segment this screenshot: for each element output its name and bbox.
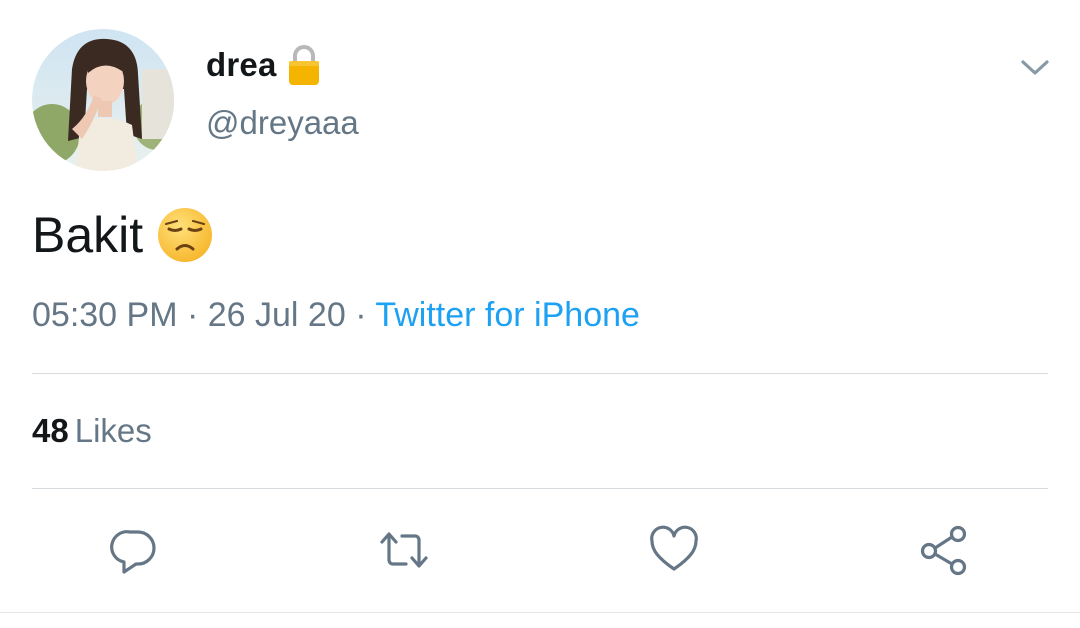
meta-separator: · [345, 296, 376, 334]
likes-count: 48 [32, 412, 69, 449]
divider [32, 488, 1048, 489]
like-button[interactable] [646, 522, 702, 578]
tweet-time: 05:30 PM [32, 296, 178, 334]
user-handle[interactable]: @dreyaaa [206, 104, 359, 142]
likes-label: Likes [74, 412, 152, 449]
tweet-detail: drea @dreyaaa Bakit 05:30 PM · 26 Jul 20… [0, 0, 1080, 628]
tweet-text: Bakit [32, 206, 213, 264]
tweet-date: 26 Jul 20 [207, 296, 346, 334]
disappointed-face-emoji [157, 207, 213, 263]
divider [0, 612, 1080, 613]
share-icon [920, 525, 967, 576]
tweet-text-body: Bakit [32, 207, 144, 263]
tweet-meta: 05:30 PM · 26 Jul 20 · Twitter for iPhon… [32, 296, 640, 335]
share-button[interactable] [916, 522, 972, 578]
divider [32, 373, 1048, 374]
profile-photo [32, 29, 174, 171]
reply-button[interactable] [106, 522, 162, 578]
display-name[interactable]: drea [206, 46, 277, 84]
chevron-down-icon[interactable] [1018, 54, 1052, 82]
meta-separator: · [177, 296, 208, 334]
retweet-icon [380, 532, 428, 568]
display-name-row[interactable]: drea [206, 44, 321, 86]
avatar[interactable] [32, 29, 174, 171]
retweet-button[interactable] [376, 522, 432, 578]
lock-icon [287, 44, 321, 86]
reply-icon [110, 530, 156, 574]
tweet-source-link[interactable]: Twitter for iPhone [375, 296, 640, 334]
heart-icon [650, 525, 698, 571]
likes-stat[interactable]: 48 Likes [32, 412, 152, 450]
